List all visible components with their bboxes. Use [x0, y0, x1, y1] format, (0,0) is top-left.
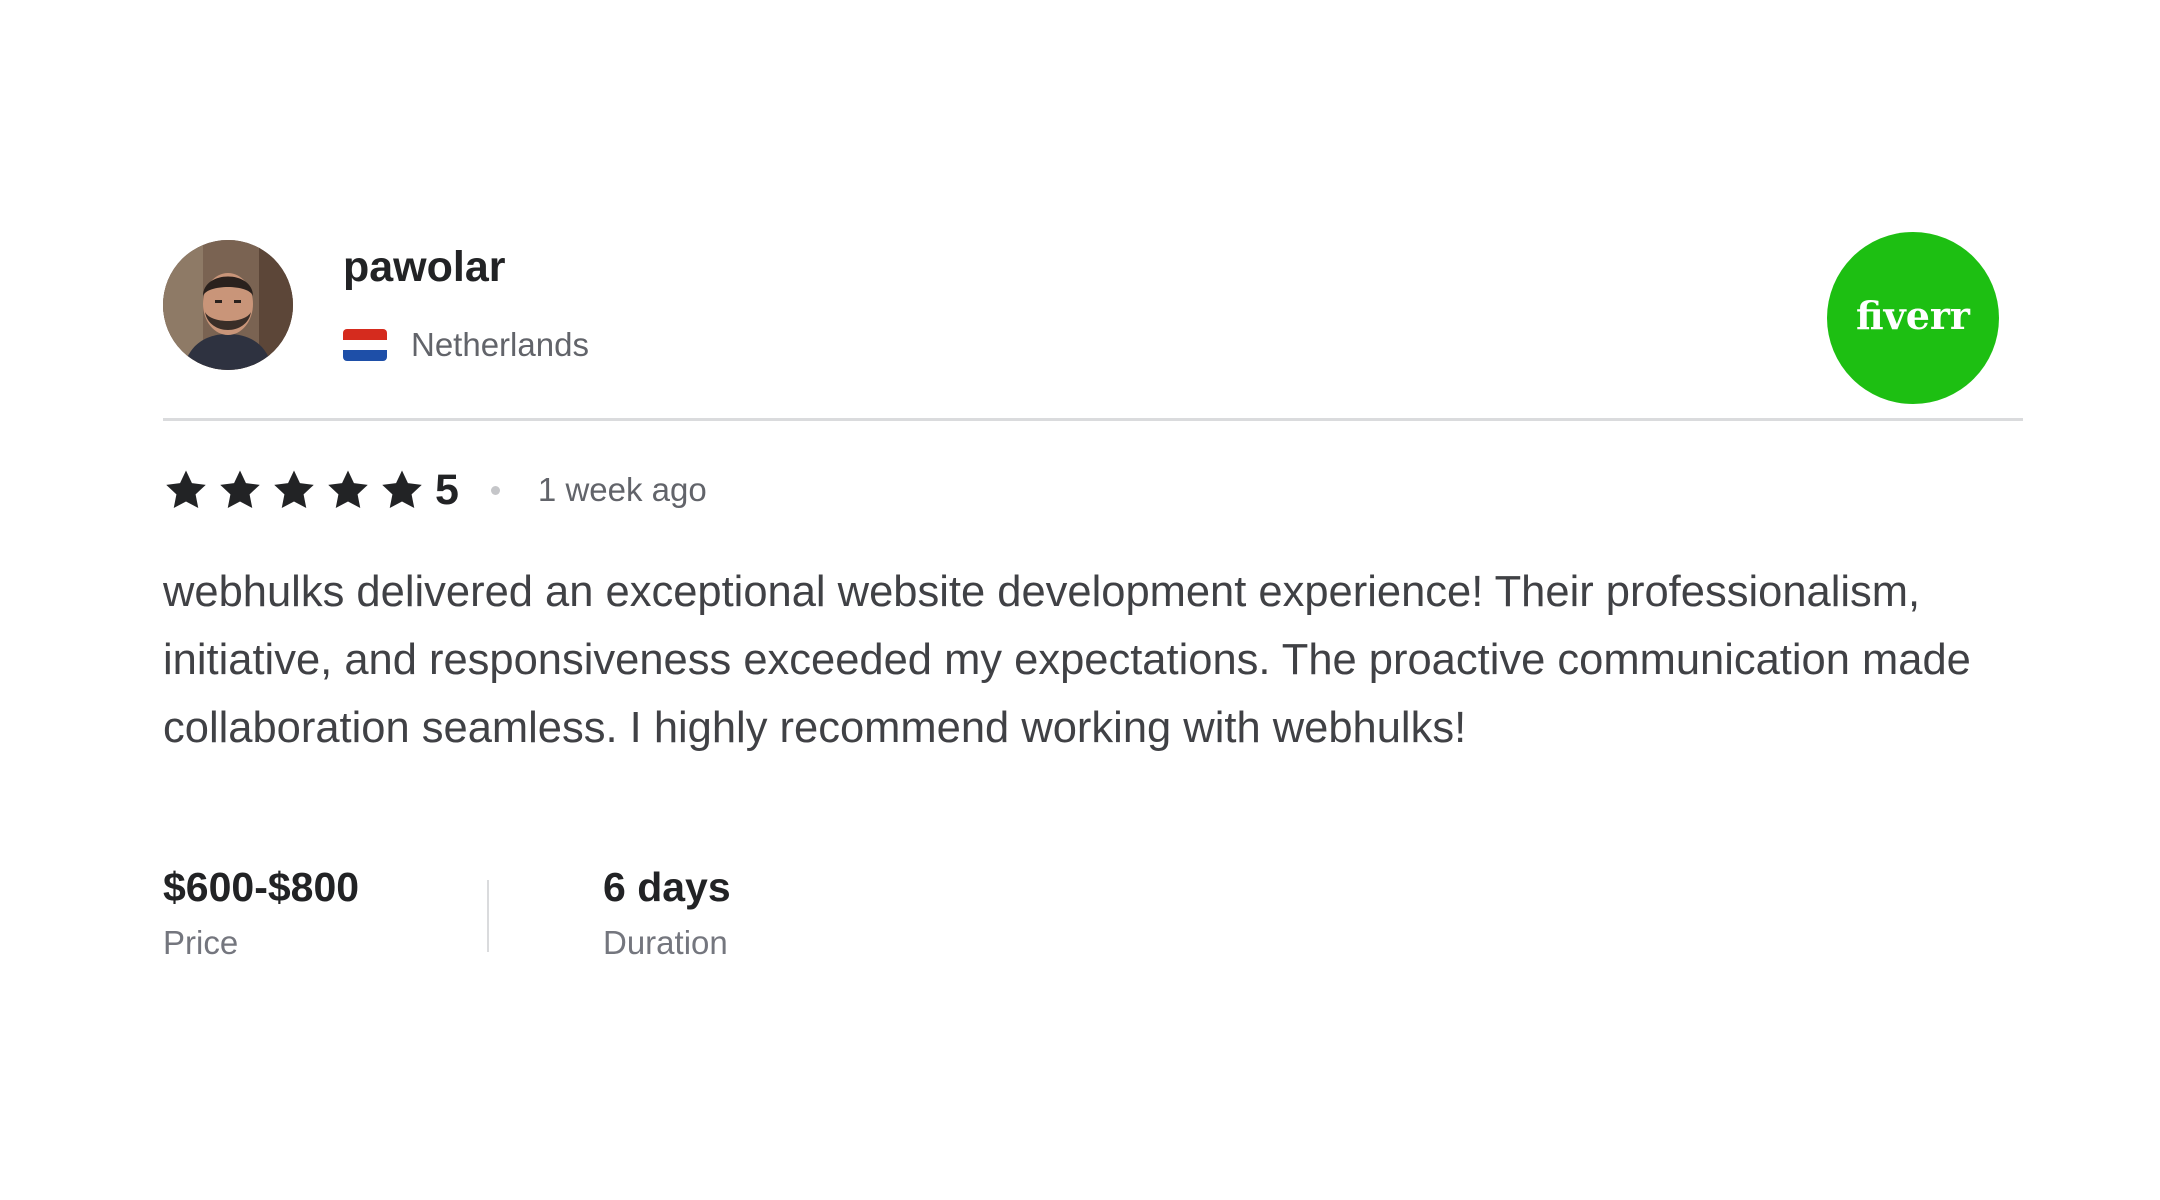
avatar[interactable] — [163, 240, 293, 370]
fiverr-logo: fiverr — [1827, 232, 1999, 404]
stats-divider — [487, 880, 489, 952]
order-stats: $600-$800 Price 6 days Duration — [163, 860, 731, 962]
price-label: Price — [163, 924, 239, 961]
duration-value: 6 days — [603, 864, 731, 910]
avatar-photo — [163, 240, 293, 370]
price-value: $600-$800 — [163, 864, 360, 910]
reviewer-country: Netherlands — [411, 326, 589, 363]
logo-text: fiverr — [1856, 293, 1971, 338]
price-stat: $600-$800 Price — [163, 860, 487, 962]
header-divider — [163, 418, 2023, 421]
star-icon — [328, 470, 368, 509]
star-icon — [274, 470, 314, 509]
separator-dot — [490, 485, 500, 495]
rating-row: 5 1 week ago — [163, 460, 707, 520]
reviewer-location: Netherlands — [343, 326, 589, 364]
review-text: webhulks delivered an exceptional websit… — [163, 568, 1971, 752]
duration-label: Duration — [603, 924, 728, 961]
review-time: 1 week ago — [537, 471, 707, 508]
star-icon — [220, 470, 260, 509]
star-rating — [163, 467, 433, 513]
reviewer-name[interactable]: pawolar — [343, 242, 506, 294]
netherlands-flag-icon — [343, 329, 387, 361]
rating-value: 5 — [435, 465, 459, 514]
star-icon — [166, 470, 206, 509]
star-icon — [382, 470, 422, 509]
duration-stat: 6 days Duration — [603, 860, 731, 962]
